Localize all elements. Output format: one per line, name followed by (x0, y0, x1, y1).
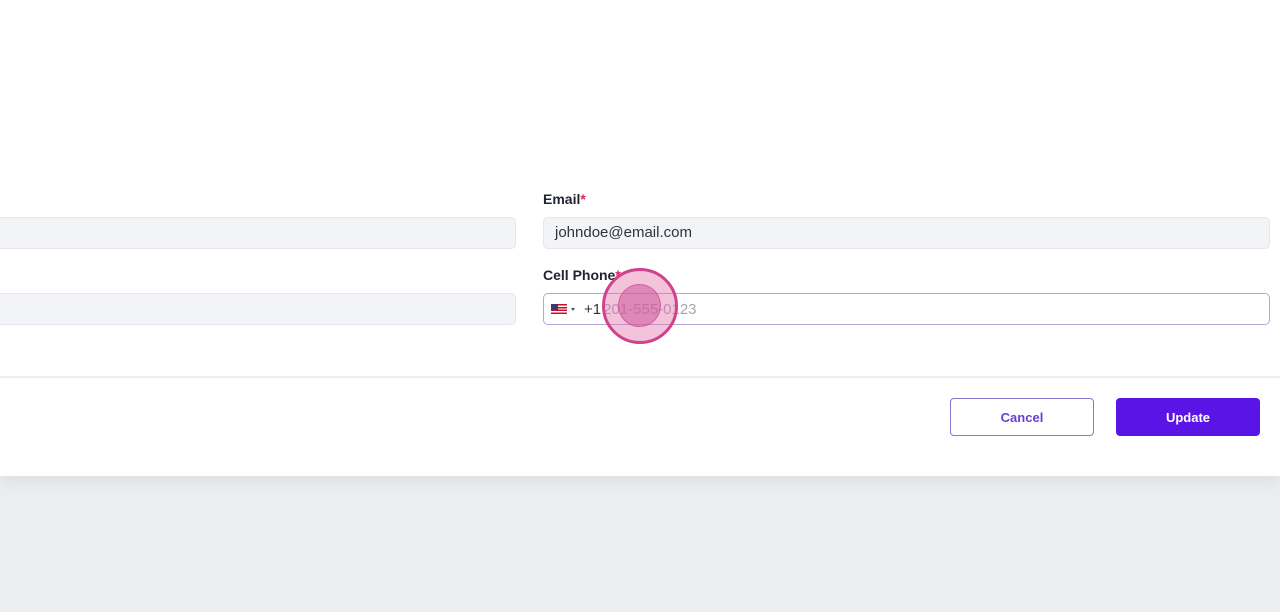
edit-profile-card: Email* johndoe@email.com Cell Phone* +1 … (0, 0, 1280, 476)
email-field[interactable]: johndoe@email.com (543, 217, 1270, 249)
email-value: johndoe@email.com (555, 224, 692, 241)
left-field-row-2[interactable] (0, 293, 516, 325)
email-label-text: Email (543, 191, 581, 207)
cell-phone-field[interactable]: +1 (543, 293, 1270, 325)
email-label: Email* (543, 191, 586, 207)
dial-code: +1 (584, 300, 602, 318)
cell-phone-label-text: Cell Phone (543, 267, 616, 283)
chevron-down-icon[interactable] (571, 307, 575, 311)
cell-phone-input[interactable] (603, 300, 1204, 318)
required-asterisk: * (615, 267, 621, 283)
us-flag-icon[interactable] (551, 304, 567, 314)
left-field-row-1[interactable] (0, 217, 516, 249)
cancel-button[interactable]: Cancel (950, 398, 1094, 436)
required-asterisk: * (580, 191, 586, 207)
footer-divider (0, 376, 1280, 378)
update-button[interactable]: Update (1116, 398, 1260, 436)
cell-phone-label: Cell Phone* (543, 267, 621, 283)
